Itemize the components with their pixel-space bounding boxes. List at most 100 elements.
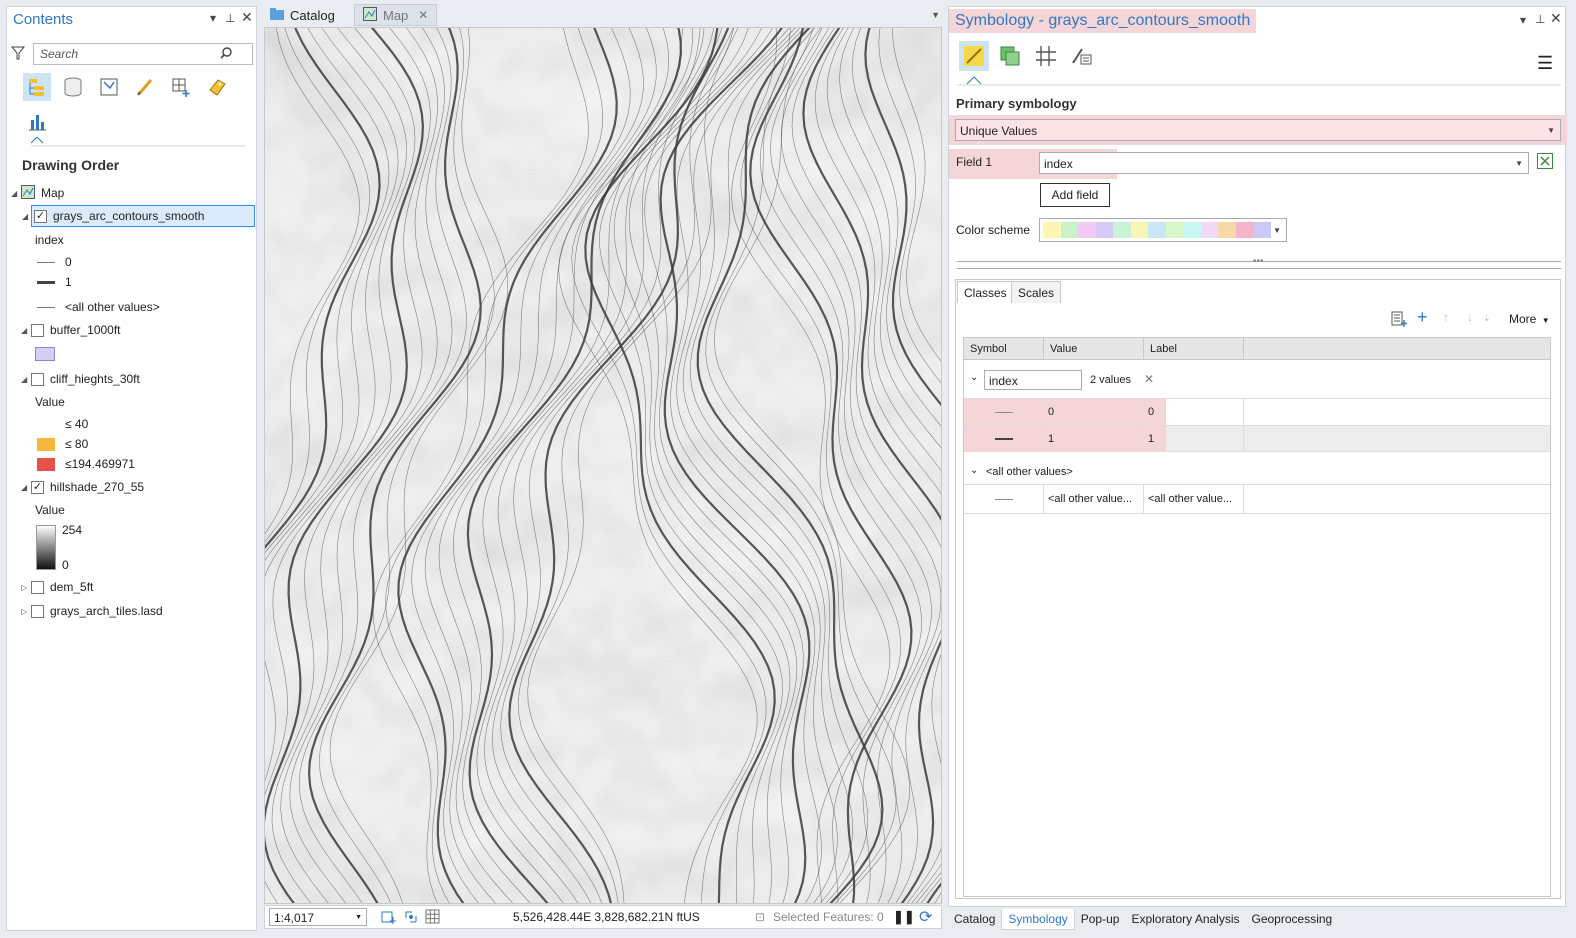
close-icon[interactable]: ✕ xyxy=(241,9,253,26)
scale-dropdown[interactable]: 1:4,017 ▼ xyxy=(269,908,367,926)
refresh-icon[interactable]: ⟳ xyxy=(919,907,932,927)
catalog-icon xyxy=(270,7,284,23)
column-value[interactable]: Value xyxy=(1044,338,1144,360)
layer-cliff[interactable]: ◢ cliff_hieghts_30ft xyxy=(21,368,140,390)
tab-scales[interactable]: Scales xyxy=(1011,281,1062,303)
collapse-icon[interactable]: ◢ xyxy=(21,326,31,335)
map-view[interactable] xyxy=(264,27,942,904)
tab-list-dropdown-icon[interactable]: ▼ xyxy=(931,10,940,20)
layer-hillshade[interactable]: ◢ ✓ hillshade_270_55 xyxy=(21,476,144,498)
layer-visibility-checkbox[interactable]: ✓ xyxy=(31,480,44,494)
layer-visibility-checkbox[interactable] xyxy=(31,604,44,618)
layer-contours[interactable]: ◢ ✓ grays_arc_contours_smooth xyxy=(22,205,255,227)
table-row[interactable]: <all other value... <all other value... xyxy=(964,484,1550,514)
table-row[interactable]: 0 0 xyxy=(964,398,1550,425)
more-menu[interactable]: More ▼ xyxy=(1509,312,1550,326)
table-row[interactable]: 1 1 xyxy=(964,425,1550,452)
color-scheme-swatch xyxy=(1235,222,1254,238)
tab-catalog[interactable]: Catalog xyxy=(948,909,1001,929)
label-cell[interactable]: 0 xyxy=(1144,399,1166,425)
symbol-layer-drawing-icon[interactable] xyxy=(1031,41,1061,71)
layer-las[interactable]: ▷ grays_arch_tiles.lasd xyxy=(21,600,163,622)
tab-catalog[interactable]: Catalog xyxy=(262,4,343,26)
fixed-zoom-icon[interactable] xyxy=(381,909,397,928)
list-by-charts-icon[interactable] xyxy=(23,107,51,135)
tab-symbology[interactable]: Symbology xyxy=(1001,908,1075,930)
value-cell[interactable]: 1 xyxy=(1044,426,1144,452)
symbol-cell[interactable] xyxy=(964,399,1044,425)
add-value-icon[interactable]: + xyxy=(1417,307,1428,328)
reorder-icon[interactable]: ⇣ xyxy=(1483,313,1491,324)
layer-name: buffer_1000ft xyxy=(50,323,121,337)
layer-visibility-checkbox[interactable]: ✓ xyxy=(34,209,47,223)
close-tab-icon[interactable]: ✕ xyxy=(418,8,428,22)
pin-icon[interactable]: ⊥ xyxy=(1535,12,1545,26)
add-all-values-icon[interactable] xyxy=(1391,311,1407,330)
tab-popup[interactable]: Pop-up xyxy=(1075,909,1126,929)
label-cell[interactable]: <all other value... xyxy=(1144,485,1244,513)
layer-dem[interactable]: ▷ dem_5ft xyxy=(21,576,93,598)
collapse-group-icon[interactable]: ⌄ xyxy=(970,372,978,383)
hamburger-menu-icon[interactable]: ☰ xyxy=(1537,53,1553,74)
remove-group-icon[interactable]: ✕ xyxy=(1144,372,1154,386)
tab-classes[interactable]: Classes xyxy=(957,281,1014,303)
layer-buffer[interactable]: ◢ buffer_1000ft xyxy=(21,319,121,341)
symbology-method-dropdown[interactable]: Unique Values ▼ xyxy=(955,119,1561,141)
list-by-editing-icon[interactable] xyxy=(131,73,159,101)
expand-icon[interactable]: ▷ xyxy=(21,583,31,592)
vary-symbology-icon[interactable] xyxy=(995,41,1025,71)
color-scheme-swatch xyxy=(1218,222,1236,238)
move-down-icon[interactable]: ↓ xyxy=(1467,310,1473,324)
advanced-symbology-icon[interactable] xyxy=(1067,41,1097,71)
close-icon[interactable]: ✕ xyxy=(1550,10,1562,27)
pin-icon[interactable]: ⊥ xyxy=(225,11,235,25)
splitter[interactable]: ••• xyxy=(957,256,1561,269)
list-by-selection-icon[interactable] xyxy=(95,73,123,101)
primary-symbology-icon[interactable] xyxy=(959,41,989,71)
move-up-icon[interactable]: ↑ xyxy=(1443,310,1449,324)
layer-visibility-checkbox[interactable] xyxy=(31,372,44,386)
pane-menu-icon[interactable]: ▾ xyxy=(1520,13,1526,27)
expand-icon[interactable]: ▷ xyxy=(21,607,31,616)
legend-item: 0 xyxy=(37,251,72,273)
column-symbol[interactable]: Symbol xyxy=(964,338,1044,360)
tab-map[interactable]: Map ✕ xyxy=(354,4,438,26)
line-symbol xyxy=(994,411,1013,413)
color-scheme-swatch xyxy=(1253,222,1271,238)
color-scheme-dropdown[interactable]: ▼ xyxy=(1039,218,1287,242)
expression-icon[interactable] xyxy=(1537,153,1553,172)
grid-icon[interactable] xyxy=(425,909,441,928)
collapse-icon[interactable]: ◢ xyxy=(22,212,32,221)
label-cell[interactable]: 1 xyxy=(1144,426,1166,452)
field1-dropdown[interactable]: index ▼ xyxy=(1039,152,1529,174)
group-heading-input[interactable]: index xyxy=(984,370,1082,390)
tree-map[interactable]: ◢ Map xyxy=(11,182,64,204)
list-by-snapping-icon[interactable] xyxy=(167,73,195,101)
collapse-icon[interactable]: ◢ xyxy=(21,483,31,492)
layer-visibility-checkbox[interactable] xyxy=(31,323,44,337)
legend-label: <all other values> xyxy=(65,300,160,314)
tab-geoprocessing[interactable]: Geoprocessing xyxy=(1246,909,1339,929)
navigator-icon[interactable] xyxy=(403,909,419,928)
symbol-cell[interactable] xyxy=(964,426,1044,452)
column-label[interactable]: Label xyxy=(1144,338,1244,360)
layer-visibility-checkbox[interactable] xyxy=(31,580,44,594)
collapse-icon[interactable]: ◢ xyxy=(21,375,31,384)
value-cell[interactable]: <all other value... xyxy=(1044,485,1144,513)
pane-menu-icon[interactable]: ▾ xyxy=(210,11,216,25)
legend-label: ≤ 40 xyxy=(65,417,89,431)
list-by-source-icon[interactable] xyxy=(59,73,87,101)
tab-exploratory-analysis[interactable]: Exploratory Analysis xyxy=(1125,909,1245,929)
color-scheme-ramp xyxy=(1043,222,1271,238)
list-by-labeling-icon[interactable] xyxy=(203,73,231,101)
collapse-icon[interactable]: ◢ xyxy=(11,189,21,198)
filter-icon[interactable] xyxy=(10,45,26,64)
add-field-button[interactable]: Add field xyxy=(1040,183,1110,207)
collapse-group-icon[interactable]: ⌄ xyxy=(970,465,978,476)
symbol-cell[interactable] xyxy=(964,485,1044,513)
search-input[interactable]: Search xyxy=(33,43,253,65)
pause-drawing-icon[interactable]: ❚❚ xyxy=(893,909,915,925)
value-cell[interactable]: 0 xyxy=(1044,399,1144,425)
legend-label: ≤ 80 xyxy=(65,437,89,451)
list-by-drawing-order-icon[interactable] xyxy=(23,73,51,101)
